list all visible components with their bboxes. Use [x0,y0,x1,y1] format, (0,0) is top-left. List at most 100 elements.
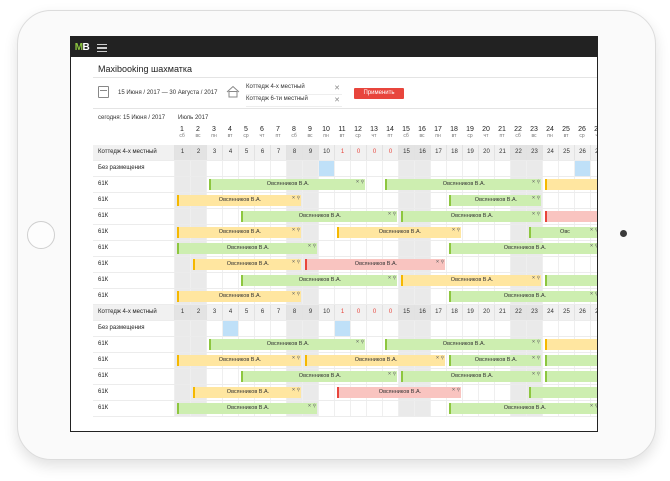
room-filter-tag[interactable]: Коттедж 6-ти местный ✕ [246,96,342,107]
grid-cell[interactable] [350,241,366,256]
grid-cell[interactable] [190,337,206,352]
grid-cell[interactable] [430,193,446,208]
grid-cell[interactable] [350,321,366,336]
grid-cell[interactable] [574,257,590,272]
booking-bar[interactable] [545,339,597,350]
grid-cell[interactable] [382,241,398,256]
grid-cell[interactable] [174,385,190,400]
remove-icon[interactable]: ✕ [334,84,340,92]
grid-cell[interactable] [478,385,494,400]
booking-bar[interactable]: Овсянников В.А. ✕ ⚲ [385,339,541,350]
grid-cell[interactable] [302,385,318,400]
grid-cell[interactable] [494,321,510,336]
grid-cell[interactable] [398,321,414,336]
grid-cell[interactable] [510,161,526,176]
grid-cell[interactable] [494,161,510,176]
grid-cell[interactable] [494,225,510,240]
grid-cell[interactable] [302,225,318,240]
grid-cell[interactable] [542,193,558,208]
grid-cell[interactable] [334,193,350,208]
grid-cell[interactable] [286,321,302,336]
grid-cell[interactable] [574,161,590,176]
grid-cell[interactable] [526,257,542,272]
grid-cell[interactable] [526,321,542,336]
grid-cell[interactable] [190,209,206,224]
booking-bar[interactable]: Овсянников В.А. ✕ ⚲ [305,259,445,270]
grid-cell[interactable] [302,193,318,208]
grid-cell[interactable] [462,225,478,240]
grid-cell[interactable] [382,401,398,416]
grid-cell[interactable] [334,289,350,304]
grid-cell[interactable] [382,321,398,336]
grid-cell[interactable] [366,289,382,304]
grid-cell[interactable] [366,321,382,336]
booking-bar[interactable]: Овсянников В.А. ✕ ⚲ [177,403,317,414]
grid-cell[interactable] [318,241,334,256]
booking-bar[interactable]: Овсянников В.А. ✕ ⚲ [209,179,365,190]
grid-cell[interactable] [494,385,510,400]
grid-cell[interactable] [398,241,414,256]
grid-cell[interactable] [222,321,238,336]
grid-cell[interactable] [174,177,190,192]
grid-cell[interactable] [558,257,574,272]
grid-cell[interactable] [590,257,597,272]
grid-cell[interactable] [174,321,190,336]
booking-bar[interactable]: Овсянников В.А. ✕ ⚲ [177,355,301,366]
grid-cell[interactable] [334,161,350,176]
grid-cell[interactable] [302,161,318,176]
remove-icon[interactable]: ✕ [334,96,340,104]
hamburger-menu-icon[interactable] [97,42,107,53]
grid-cell[interactable] [446,257,462,272]
grid-cell[interactable] [542,161,558,176]
grid-cell[interactable] [350,401,366,416]
grid-cell[interactable] [574,193,590,208]
grid-cell[interactable] [462,161,478,176]
grid-cell[interactable] [174,209,190,224]
grid-cell[interactable] [398,161,414,176]
grid-cell[interactable] [510,321,526,336]
booking-bar[interactable] [529,387,597,398]
grid-cell[interactable] [222,209,238,224]
logo[interactable]: MB [71,37,93,57]
date-range-field[interactable]: 15 Июня / 2017 — 30 Августа / 2017 [118,90,217,96]
grid-cell[interactable] [414,401,430,416]
booking-bar[interactable]: Овс ✕ ⚲ [529,227,597,238]
booking-bar[interactable]: Овсянников В.А. ✕ ⚲ [401,211,541,222]
grid-cell[interactable] [590,321,597,336]
grid-cell[interactable] [542,257,558,272]
grid-cell[interactable] [174,337,190,352]
grid-cell[interactable] [574,321,590,336]
booking-bar[interactable] [545,179,597,190]
grid-cell[interactable] [366,161,382,176]
booking-bar[interactable] [545,211,597,222]
grid-cell[interactable] [590,161,597,176]
grid-cell[interactable] [398,401,414,416]
grid-cell[interactable] [478,321,494,336]
grid-cell[interactable] [462,321,478,336]
grid-cell[interactable] [430,289,446,304]
grid-cell[interactable] [302,321,318,336]
grid-cell[interactable] [190,177,206,192]
grid-cell[interactable] [318,161,334,176]
grid-cell[interactable] [206,369,222,384]
booking-bar[interactable]: Овсянников В.А. ✕ ⚲ [337,387,461,398]
grid-cell[interactable] [366,193,382,208]
grid-cell[interactable] [478,161,494,176]
grid-cell[interactable] [414,161,430,176]
grid-cell[interactable] [190,321,206,336]
grid-cell[interactable] [414,321,430,336]
grid-cell[interactable] [270,161,286,176]
grid-cell[interactable] [238,161,254,176]
booking-bar[interactable]: Овсянников В.А. ✕ ⚲ [241,275,397,286]
grid-cell[interactable] [558,193,574,208]
booking-bar[interactable]: Овсянников В.А. ✕ ⚲ [449,195,541,206]
booking-bar[interactable] [545,275,597,286]
grid-cell[interactable] [350,289,366,304]
grid-cell[interactable] [542,321,558,336]
grid-cell[interactable] [222,369,238,384]
grid-cell[interactable] [206,161,222,176]
grid-cell[interactable] [174,257,190,272]
grid-cell[interactable] [510,385,526,400]
grid-cell[interactable] [174,161,190,176]
grid-cell[interactable] [494,257,510,272]
